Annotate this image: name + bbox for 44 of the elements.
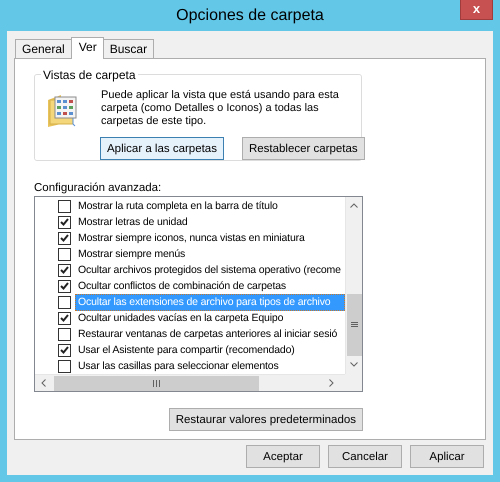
restore-defaults-button[interactable]: Restaurar valores predeterminados	[168, 408, 363, 431]
setting-item[interactable]: Restaurar ventanas de carpetas anteriores al iniciar sesió	[75, 326, 340, 342]
checkbox[interactable]	[58, 200, 71, 212]
checkbox[interactable]	[58, 344, 71, 356]
grip-icon	[351, 322, 358, 328]
vertical-scrollbar[interactable]	[345, 197, 362, 374]
description-text: Puede aplicar la vista que está usando para esta carpeta (como Detalles o Iconos) a todas las carpetas de este tipo.	[101, 89, 340, 128]
dialog-button[interactable]: Cancelar	[328, 445, 402, 468]
checkbox[interactable]	[58, 296, 71, 308]
setting-item[interactable]: Usar las casillas para seleccionar elementos	[75, 358, 282, 374]
section-label: Configuración avanzada:	[34, 182, 162, 194]
setting-item[interactable]: Ocultar unidades vacías en la carpeta Equipo	[75, 310, 286, 326]
scroll-right-icon[interactable]	[329, 379, 334, 387]
close-button[interactable]: x	[460, 0, 493, 20]
checkbox[interactable]	[58, 264, 71, 276]
tab[interactable]: Buscar	[102, 39, 154, 58]
dialog-button[interactable]: Aplicar	[410, 445, 484, 468]
reset-folders-button[interactable]: Restablecer carpetas	[242, 137, 365, 160]
dialog-button[interactable]: Aceptar	[246, 445, 320, 468]
checkbox[interactable]	[58, 216, 71, 228]
setting-item[interactable]: Ocultar conflictos de combinación de carpetas	[75, 278, 290, 294]
window-title: Opciones de carpeta	[176, 6, 324, 24]
setting-item[interactable]: Mostrar la ruta completa en la barra de título	[75, 198, 281, 214]
apply-folders-button[interactable]: Aplicar a las carpetas	[100, 137, 224, 160]
checkbox[interactable]	[58, 360, 71, 372]
scroll-left-icon[interactable]	[41, 379, 46, 387]
horizontal-scrollbar[interactable]	[35, 374, 345, 391]
checkbox[interactable]	[58, 248, 71, 260]
scroll-down-icon[interactable]	[350, 362, 358, 367]
checkbox[interactable]	[58, 280, 71, 292]
tab[interactable]: Ver	[70, 37, 104, 59]
checkbox[interactable]	[58, 232, 71, 244]
setting-item[interactable]: Mostrar siempre iconos, nunca vistas en miniatura	[75, 230, 308, 246]
grip-icon	[153, 380, 160, 387]
checkbox[interactable]	[58, 328, 71, 340]
folder-icon	[47, 94, 79, 128]
checkbox[interactable]	[58, 312, 71, 324]
group-title: Vistas de carpeta	[41, 68, 138, 82]
setting-item[interactable]: Usar el Asistente para compartir (recomendado)	[75, 342, 298, 358]
scroll-up-icon[interactable]	[350, 203, 358, 208]
setting-item[interactable]: Mostrar letras de unidad	[75, 214, 191, 230]
tab[interactable]: General	[15, 39, 72, 58]
setting-item[interactable]: Mostrar siempre menús	[75, 246, 188, 262]
setting-item[interactable]: Ocultar archivos protegidos del sistema operativo (recome	[75, 262, 344, 278]
